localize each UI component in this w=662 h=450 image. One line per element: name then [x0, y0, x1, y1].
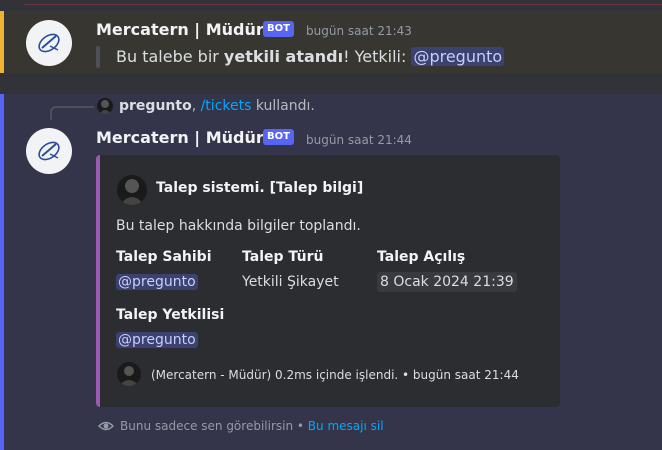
- bot-badge: BOT: [263, 129, 294, 145]
- ephemeral-text: Bunu sadece sen görebilirsin: [120, 419, 294, 433]
- bot-avatar[interactable]: [26, 20, 72, 66]
- dismiss-message-link[interactable]: Bu mesajı sil: [308, 419, 384, 433]
- reply-username[interactable]: pregunto: [119, 98, 192, 114]
- user-mention[interactable]: @pregunto: [411, 47, 505, 66]
- ephemeral-separator: •: [293, 419, 308, 433]
- reply-comma: ,: [191, 98, 201, 114]
- bot-logo-icon: [38, 141, 60, 161]
- embed-field-name: Talep Sahibi: [116, 249, 212, 265]
- timestamp-chip[interactable]: 8 Ocak 2024 21:39: [377, 272, 517, 292]
- bot-badge: BOT: [263, 21, 294, 37]
- author-name[interactable]: Mercatern | Müdür: [96, 20, 264, 39]
- message-content: Bu talebe bir yetkili atandı! Yetkili: @…: [116, 47, 505, 66]
- embed-footer-icon: [117, 362, 141, 386]
- bot-logo-icon: [38, 33, 60, 53]
- embed-field-name: Talep Açılış: [377, 249, 466, 265]
- embed-footer: (Mercatern - Müdür) 0.2ms içinde işlendi…: [151, 368, 519, 382]
- text-part: Bu talebe bir: [116, 47, 224, 66]
- bot-avatar[interactable]: [26, 128, 72, 174]
- embed-field-value: @pregunto: [116, 274, 198, 290]
- embed-field-name: Talep Yetkilisi: [116, 307, 225, 323]
- ephemeral-notice: Bunu sadece sen görebilirsin • Bu mesajı…: [98, 418, 384, 434]
- embed-author-name: Talep sistemi. [Talep bilgi]: [156, 180, 364, 196]
- user-mention[interactable]: @pregunto: [116, 332, 198, 348]
- user-mention[interactable]: @pregunto: [116, 274, 198, 290]
- embed-field-value: @pregunto: [116, 332, 198, 348]
- text-part: ! Yetkili:: [343, 47, 412, 66]
- embed-field-name: Talep Türü: [242, 249, 324, 265]
- reply-used-text: kullandı.: [251, 98, 315, 114]
- embed-field-value: Yetkili Şikayet: [242, 274, 339, 290]
- eye-icon: [98, 421, 114, 431]
- unread-divider: [24, 4, 662, 5]
- author-name[interactable]: Mercatern | Müdür: [96, 128, 264, 147]
- reply-context: pregunto, /tickets kullandı.: [119, 98, 315, 114]
- reply-connector: [50, 106, 94, 120]
- embed-field-value: 8 Ocak 2024 21:39: [377, 272, 517, 292]
- message-timestamp[interactable]: bugün saat 21:43: [306, 24, 412, 38]
- embed-author-avatar: [117, 175, 147, 205]
- slash-command-link[interactable]: /tickets: [201, 98, 252, 114]
- reply-user-avatar[interactable]: [97, 98, 113, 114]
- message-timestamp[interactable]: bugün saat 21:44: [306, 133, 412, 147]
- blockquote-bar: [96, 46, 100, 68]
- embed-description: Bu talep hakkında bilgiler toplandı.: [116, 218, 361, 234]
- text-bold: yetkili atandı: [223, 47, 344, 66]
